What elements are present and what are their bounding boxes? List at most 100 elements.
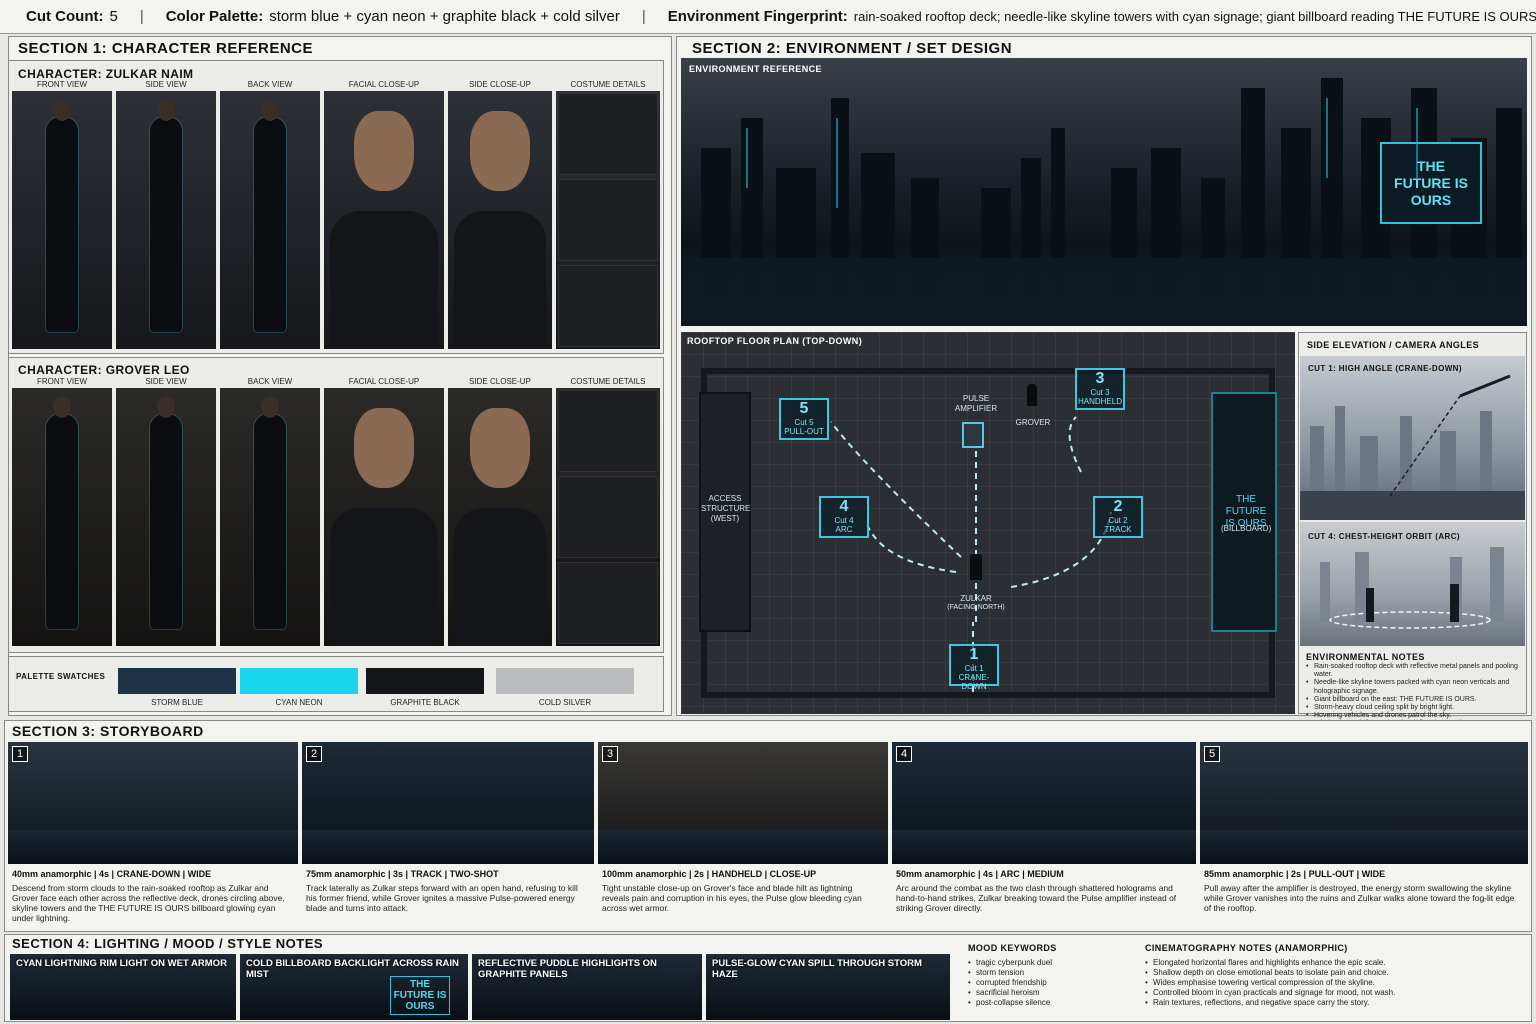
storyboard-frame-image: 5 (1200, 742, 1528, 864)
mood-keywords-list: tragic cyberpunk duelstorm tensioncorrup… (968, 958, 1128, 1008)
zulkar-sub-label: (FACING NORTH) (947, 604, 1005, 611)
cut-label: Cut 4 (834, 516, 854, 525)
costume-detail (558, 93, 658, 175)
section3-title: SECTION 3: STORYBOARD (12, 723, 204, 739)
frame-description: Arc around the combat as the two clash t… (896, 883, 1177, 913)
frame-number: 5 (1204, 746, 1220, 762)
character-zulkar-name: CHARACTER: ZULKAR NAIM (18, 67, 194, 81)
shoulders-shape (454, 211, 546, 349)
zulkar-figure-icon (970, 554, 982, 580)
palette-value: storm blue + cyan neon + graphite black … (269, 8, 620, 25)
figure-head (157, 396, 175, 418)
character-view-image (12, 388, 112, 646)
pulse-amplifier-icon (962, 422, 984, 448)
palette-swatch (366, 668, 484, 694)
cut-number: 2 (1113, 498, 1123, 515)
cine-note: Elongated horizontal flares and highligh… (1145, 958, 1525, 968)
costume-detail (558, 179, 658, 261)
view-label: SIDE CLOSE-UP (469, 80, 531, 89)
cut-label: Cut 3 (1090, 388, 1110, 397)
env-value: rain-soaked rooftop deck; needle-like sk… (853, 9, 1536, 24)
face-shape (354, 111, 414, 191)
cut-move: TRACK (1104, 525, 1132, 534)
env-note-item: Storm-heavy cloud ceiling split by brigh… (1306, 704, 1524, 712)
swatches-title: PALETTE SWATCHES (16, 672, 106, 681)
face-shape (354, 408, 414, 488)
figure-silhouette (150, 117, 182, 332)
env-note-item: Needle-like skyline towers packed with c… (1306, 679, 1524, 695)
shoulders-shape (330, 211, 438, 349)
view-label: COSTUME DETAILS (570, 377, 646, 386)
mood-keyword: tragic cyberpunk duel (968, 958, 1128, 968)
lighting-image: PULSE-GLOW CYAN SPILL THROUGH STORM HAZE (706, 954, 950, 1020)
view-label: BACK VIEW (247, 80, 293, 89)
lighting-image: CYAN LIGHTNING RIM LIGHT ON WET ARMOR (10, 954, 236, 1020)
character-view-image (556, 388, 660, 646)
view-label: FRONT VIEW (36, 377, 88, 386)
cut-number: 4 (839, 498, 849, 515)
lighting-image: COLD BILLBOARD BACKLIGHT ACROSS RAIN MIS… (240, 954, 468, 1020)
zulkar-label: ZULKAR (960, 594, 992, 603)
cut-marker: 1 Cut 1 CRANE-DOWN (949, 644, 999, 691)
costume-detail (558, 390, 658, 472)
cut-marker: 2 Cut 2 TRACK (1093, 496, 1143, 538)
frame-number: 2 (306, 746, 322, 762)
frame-number: 1 (12, 746, 28, 762)
section2-title: SECTION 2: ENVIRONMENT / SET DESIGN (692, 40, 1013, 57)
cine-note: Shallow depth on close emotional beats t… (1145, 968, 1525, 978)
storyboard-frame-image: 4 (892, 742, 1196, 864)
cut-move: ARC (835, 525, 853, 534)
side-elev-title: SIDE ELEVATION / CAMERA ANGLES (1307, 340, 1480, 350)
palette-swatch-label: GRAPHITE BLACK (390, 698, 460, 707)
face-shape (470, 111, 530, 191)
cut-number: 3 (1095, 370, 1105, 387)
cut-move: PULL-OUT (784, 427, 824, 436)
cut-number: 1 (969, 646, 979, 663)
view-label: FACIAL CLOSE-UP (348, 377, 420, 386)
cut-label: Cut 5 (794, 418, 814, 427)
frame-number: 3 (602, 746, 618, 762)
cut-count-value: 5 (109, 8, 118, 25)
palette-swatch-label: COLD SILVER (538, 698, 592, 707)
cut-number: 5 (799, 400, 809, 417)
env-notes-list: Rain-soaked rooftop deck with reflective… (1306, 663, 1524, 729)
shoulders-shape (330, 508, 438, 646)
view-label: COSTUME DETAILS (570, 80, 646, 89)
frame-description: Tight unstable close-up on Grover's face… (602, 883, 862, 913)
mood-keyword: corrupted friendship (968, 978, 1128, 988)
costume-detail (558, 562, 658, 644)
figure-silhouette (254, 414, 286, 629)
figure-head (261, 396, 279, 418)
lighting-image: REFLECTIVE PUDDLE HIGHLIGHTS ON GRAPHITE… (472, 954, 702, 1020)
palette-swatch-label: STORM BLUE (151, 698, 203, 707)
frame-caption: 85mm anamorphic | 2s | PULL-OUT | WIDE (1204, 869, 1386, 879)
env-note-item: Giant billboard on the east: THE FUTURE … (1306, 696, 1524, 704)
figure-head (157, 99, 175, 121)
frame-description: Descend from storm clouds to the rain-so… (12, 883, 285, 923)
character-view-image (220, 91, 320, 349)
frame-caption: 40mm anamorphic | 4s | CRANE-DOWN | WIDE (12, 869, 212, 879)
storyboard-frame-image: 2 (302, 742, 594, 864)
view-label: SIDE VIEW (145, 377, 187, 386)
cut4-elevation-image: CUT 4: CHEST-HEIGHT ORBIT (ARC) (1300, 522, 1525, 646)
section4-title: SECTION 4: LIGHTING / MOOD / STYLE NOTES (12, 936, 324, 951)
mood-title: MOOD KEYWORDS (968, 943, 1057, 953)
figure-silhouette (254, 117, 286, 332)
figure-head (261, 99, 279, 121)
frame-caption: 75mm anamorphic | 3s | TRACK | TWO-SHOT (306, 869, 499, 879)
section1-title: SECTION 1: CHARACTER REFERENCE (18, 40, 314, 57)
lighting-label: PULSE-GLOW CYAN SPILL THROUGH STORM HAZE (712, 958, 922, 980)
cine-note: Rain textures, reflections, and negative… (1145, 998, 1525, 1008)
frame-floor (892, 830, 1196, 864)
frame-floor (1200, 830, 1528, 864)
frame-caption: 100mm anamorphic | 2s | HANDHELD | CLOSE… (602, 869, 817, 879)
cut1-elev-label: CUT 1: HIGH ANGLE (CRANE-DOWN) (1308, 364, 1462, 373)
frame-floor (8, 830, 298, 864)
face-shape (470, 408, 530, 488)
cut-marker: 4 Cut 4 ARC (819, 496, 869, 538)
palette-label: Color Palette: (165, 8, 264, 25)
figure-silhouette (46, 414, 78, 629)
mood-keyword: sacrificial heroism (968, 988, 1128, 998)
access-structure-label: ACCESS STRUCTURE (WEST) (701, 494, 751, 523)
character-view-image (556, 91, 660, 349)
